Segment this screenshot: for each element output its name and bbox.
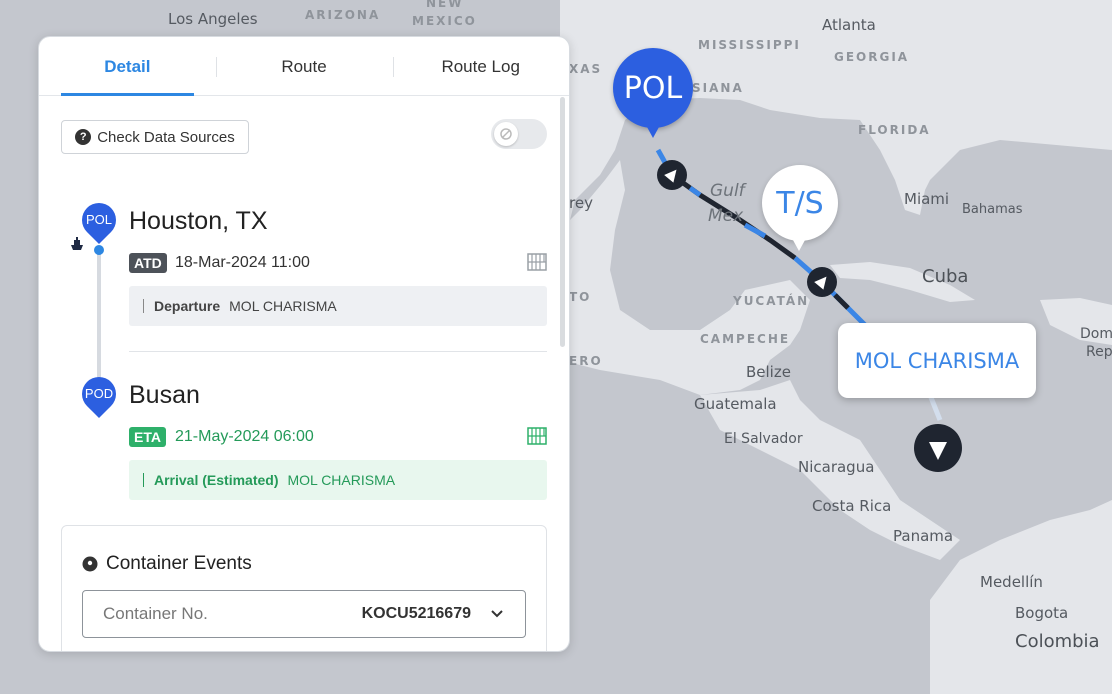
container-events-card: Container Events Container No. KOCU52166… — [61, 525, 547, 651]
map-label-gulf-line1: Gulf — [710, 181, 745, 201]
satellite-toggle[interactable] — [491, 119, 547, 149]
container-events-header: Container Events — [82, 553, 252, 575]
tab-detail[interactable]: Detail — [39, 37, 216, 96]
pol-map-pin[interactable]: POL — [613, 48, 693, 138]
check-data-sources-button[interactable]: ? Check Data Sources — [61, 120, 249, 154]
check-data-sources-label: Check Data Sources — [97, 128, 235, 146]
map-label-medellin: Medellín — [980, 573, 1043, 591]
map-label-louisiana: SIANA — [692, 81, 744, 95]
map-label-panama: Panama — [893, 527, 954, 545]
ship-icon — [69, 237, 85, 256]
arrival-date: 21-May-2024 06:00 — [175, 428, 314, 445]
map-label-cuba: Cuba — [922, 266, 969, 287]
tab-divider — [393, 57, 394, 77]
map-label-ero: ERO — [569, 354, 603, 368]
container-events-title: Container Events — [106, 553, 252, 574]
map-label-bahamas: Bahamas — [962, 202, 1023, 217]
map-label-los-angeles: Los Angeles — [168, 10, 258, 28]
map-label-belize: Belize — [746, 363, 791, 381]
departure-date: 18-Mar-2024 11:00 — [175, 254, 310, 271]
map-label-guatemala: Guatemala — [694, 395, 777, 413]
map-label-miami: Miami — [904, 190, 950, 208]
chevron-down-icon — [491, 610, 503, 618]
map-label-dom: Dom — [1080, 326, 1112, 342]
event-bar — [143, 473, 144, 487]
map-label-campeche: CAMPECHE — [700, 332, 791, 346]
eta-badge: ETA — [129, 427, 166, 447]
event-bar — [143, 299, 144, 313]
vessel-position-dot — [94, 245, 104, 255]
map-label-texas: XAS — [569, 62, 603, 76]
tab-route[interactable]: Route — [216, 37, 393, 95]
map-label-rey: rey — [569, 194, 593, 212]
container-no-value: KOCU5216679 — [361, 605, 471, 622]
map-label-atlanta: Atlanta — [822, 16, 876, 34]
map-label-bogota: Bogota — [1015, 604, 1069, 622]
container-icon-green — [527, 427, 547, 450]
origin-city: Houston, TX — [129, 207, 268, 235]
pod-pin-label: POD — [84, 386, 114, 401]
ts-waypoint-marker[interactable] — [807, 267, 837, 297]
map-label-rep: Rep — [1086, 344, 1112, 360]
shipment-detail-panel: Detail Route Route Log ? Check Data Sour… — [38, 36, 570, 652]
map-label-new-mexico-line2: MEXICO — [412, 14, 477, 28]
map-label-mississippi: MISSISSIPPI — [698, 38, 801, 52]
map-label-costa-rica: Costa Rica — [812, 497, 892, 515]
map-label-colombia: Colombia — [1015, 631, 1100, 652]
map-label-to: TO — [569, 290, 592, 304]
arrival-event-label: Arrival (Estimated) — [154, 472, 279, 488]
pol-pin-label: POL — [85, 212, 112, 227]
tab-bar: Detail Route Route Log — [39, 37, 569, 96]
satellite-icon — [494, 122, 518, 146]
help-icon: ? — [75, 129, 92, 145]
map-label-el-salvador: El Salvador — [724, 431, 803, 447]
destination-city: Busan — [129, 381, 200, 409]
tab-divider — [216, 57, 217, 77]
panel-scrollbar[interactable] — [560, 97, 565, 347]
arrival-event-box: Arrival (Estimated) MOL CHARISMA — [129, 460, 547, 500]
atd-badge: ATD — [129, 253, 167, 273]
vessel-tooltip: MOL CHARISMA — [838, 323, 1036, 398]
departure-vessel: MOL CHARISMA — [229, 298, 337, 314]
map-label-georgia: GEORGIA — [834, 50, 910, 64]
container-no-select[interactable]: Container No. KOCU5216679 — [82, 590, 526, 638]
map-label-new-mexico-line1: NEW — [426, 0, 464, 10]
departure-event-label: Departure — [154, 298, 221, 314]
map-label-gulf-line2: Mex — [708, 206, 744, 226]
container-icon — [527, 253, 547, 276]
map-label-florida: FLORIDA — [858, 123, 931, 137]
ts-map-pin[interactable]: T/S — [762, 165, 838, 251]
map-label-yucatan: YUCATÁN — [733, 294, 810, 308]
container-no-label: Container No. — [103, 604, 208, 623]
map-label-nicaragua: Nicaragua — [798, 458, 875, 476]
vessel-marker[interactable] — [914, 424, 962, 472]
tab-route-log[interactable]: Route Log — [392, 37, 569, 95]
map-label-arizona: ARIZONA — [305, 8, 381, 22]
arrival-vessel: MOL CHARISMA — [287, 472, 396, 488]
pol-waypoint-marker[interactable] — [657, 160, 687, 190]
section-divider — [129, 351, 547, 352]
departure-event-box: Departure MOL CHARISMA — [129, 286, 547, 326]
location-pin-icon — [82, 556, 98, 572]
